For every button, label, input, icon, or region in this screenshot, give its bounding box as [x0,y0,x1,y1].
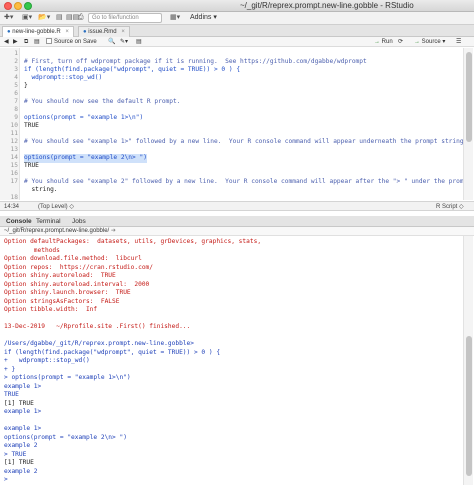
source-on-save-label: Source on Save [54,39,97,45]
new-file-icon[interactable]: ✚▾ [4,13,13,23]
console-line: > TRUE [4,450,27,458]
line-number: 18 [10,194,18,200]
scope-selector[interactable]: (Top Level) ◇ [38,202,74,212]
goto-dir-icon[interactable]: ➜ [111,228,116,234]
tab-new-line-gobble[interactable]: ● new-line-gobble.R × [2,26,74,37]
tab-jobs[interactable]: Jobs [72,216,86,227]
console-output[interactable]: Option defaultPackages: datasets, utils,… [0,236,462,485]
tab-console[interactable]: Console [6,216,32,227]
run-button[interactable]: → Run [374,37,393,47]
console-line: [1] TRUE [4,459,34,466]
console-path-label: ~/_git/R/reprex.prompt.new-line.gobble/ [4,228,110,234]
console-line: > [4,476,8,483]
console-line: options(prompt = "example 2\n> ") [4,433,127,441]
rerun-icon[interactable]: ⟳ [398,37,403,47]
code-line[interactable]: 18 [0,194,474,200]
outline-icon[interactable]: ☰ [456,37,461,47]
console-line: Option repos: https://cran.rstudio.com/ [4,263,154,271]
console-scrollbar[interactable] [463,236,473,485]
save-icon[interactable]: ▤ [56,13,63,23]
editor-scrollbar[interactable] [463,48,473,200]
window-titlebar: ~/_git/R/reprex.prompt.new-line.gobble -… [0,0,474,12]
wand-icon[interactable]: ✎▾ [120,37,128,47]
close-tab-icon[interactable]: × [121,29,125,35]
main-toolbar: ✚▾ ▣▾ 📂▾ ▤ ▤▤ ⎙ Go to file/function ▦▾ A… [0,12,474,25]
console-line: Option download.file.method: libcurl [4,255,142,262]
run-label: Run [381,39,393,45]
window-title: ~/_git/R/reprex.prompt.new-line.gobble -… [240,1,414,10]
tab-issue-rmd[interactable]: ● issue.Rmd × [78,26,130,37]
console-line: + wdprompt::stop_wd() [4,357,90,364]
console-working-dir[interactable]: ~/_git/R/reprex.prompt.new-line.gobble/ … [0,227,474,236]
close-window-button[interactable] [4,2,12,10]
filetype-label: R Script [436,204,458,210]
console-line: example 1> [4,382,42,390]
console-line: Option tibble.width: Inf [4,306,98,313]
console-line: example 2 [4,467,38,475]
cursor-position: 14:34 [4,204,20,210]
compile-report-icon[interactable]: ▤ [136,37,142,47]
tab-terminal[interactable]: Terminal [36,216,61,227]
editor-tabbar: ● new-line-gobble.R × ● issue.Rmd × [0,25,474,37]
checkbox-box [46,38,52,45]
console-line: example 2 [4,442,38,449]
console-line: + } [4,365,16,373]
console-line: /Users/dgabbe/_git/R/reprex.prompt.new-l… [4,340,194,347]
editor-scrollbar-thumb[interactable] [466,52,472,142]
code-editor[interactable]: 1 2 # First, turn off wdprompt package if … [0,48,474,200]
source-button[interactable]: → Source ▾ [414,37,445,47]
workspace-panes-icon[interactable]: ▦▾ [170,13,180,23]
console-line: Option shiny.autoreload: TRUE [4,272,116,279]
save-file-icon[interactable]: ▤ [34,37,40,47]
console-line: Option shiny.launch.browser: TRUE [4,289,131,296]
addins-menu[interactable]: Addins ▾ [190,13,217,23]
console-line: Option defaultPackages: datasets, utils,… [4,238,262,245]
scope-label: (Top Level) [38,204,68,210]
console-line: Option shiny.autoreload.interval: 2000 [4,280,150,288]
back-icon[interactable]: ◀ [4,37,9,47]
open-project-icon[interactable]: ▣▾ [22,13,32,23]
source-label: Source [421,39,441,45]
rmd-file-icon: ● [83,29,87,35]
editor-toolbar: ◀ ▶ ⧉ ▤ Source on Save 🔍 ✎▾ ▤ → Run ⟳ → … [0,37,474,47]
addins-label: Addins [190,14,212,21]
forward-icon[interactable]: ▶ [13,37,18,47]
print-icon[interactable]: ⎙ [78,13,84,23]
close-tab-icon[interactable]: × [65,29,69,35]
source-on-save-checkbox[interactable]: Source on Save [46,37,97,47]
filetype-selector[interactable]: R Script ◇ [436,202,464,212]
console-line: Option stringsAsFactors: FALSE [4,297,120,305]
tab-label: issue.Rmd [88,29,117,35]
search-icon[interactable]: 🔍 [108,37,115,47]
source-arrow-icon: → [414,39,420,45]
goto-file-input[interactable]: Go to file/function [88,13,162,23]
console-line: example 1> [4,408,42,415]
minimize-window-button[interactable] [14,2,22,10]
console-line: 13-Dec-2019 ~/Rprofile.site .First() fin… [4,323,191,330]
zoom-window-button[interactable] [24,2,32,10]
console-line: if (length(find.package("wdprompt", quie… [4,348,221,356]
console-line: methods [4,246,60,254]
r-file-icon: ● [7,29,11,35]
open-file-icon[interactable]: 📂▾ [38,13,50,23]
console-line: TRUE [4,391,19,398]
console-line: > options(prompt = "example 1>\n") [4,374,131,381]
show-in-window-icon[interactable]: ⧉ [24,37,28,47]
run-arrow-icon: → [374,39,380,45]
console-tabbar: Console Terminal Jobs [0,216,474,227]
tab-label: new-line-gobble.R [12,29,61,35]
console-scrollbar-thumb[interactable] [466,336,472,476]
console-line: [1] TRUE [4,399,34,407]
console-line: example 1> [4,425,42,432]
editor-statusbar: 14:34 (Top Level) ◇ R Script ◇ [0,201,474,211]
